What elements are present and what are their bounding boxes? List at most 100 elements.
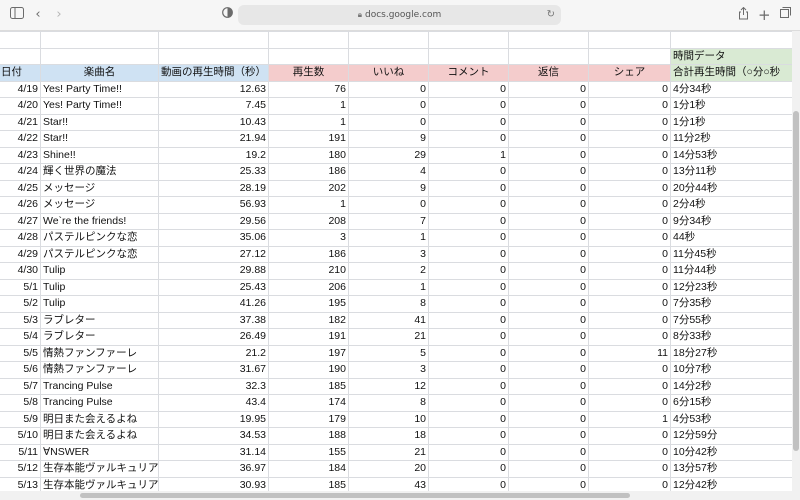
- replies-cell[interactable]: 0: [508, 262, 589, 280]
- plays-cell[interactable]: 195: [268, 295, 349, 313]
- replies-cell[interactable]: 0: [508, 196, 589, 214]
- date-cell[interactable]: 4/23: [0, 146, 41, 164]
- cell[interactable]: [40, 31, 159, 49]
- replies-cell[interactable]: 0: [508, 410, 589, 428]
- plays-cell[interactable]: 210: [268, 262, 349, 280]
- plays-cell[interactable]: 202: [268, 179, 349, 197]
- song-cell[interactable]: Tulip: [40, 262, 159, 280]
- likes-cell[interactable]: 41: [348, 311, 429, 329]
- replies-cell[interactable]: 0: [508, 394, 589, 412]
- total-time-cell[interactable]: 10分7秒: [670, 361, 792, 379]
- duration-cell[interactable]: 34.53: [158, 427, 269, 445]
- date-cell[interactable]: 5/13: [0, 476, 41, 491]
- shares-cell[interactable]: 0: [588, 212, 671, 230]
- date-cell[interactable]: 4/30: [0, 262, 41, 280]
- duration-cell[interactable]: 32.3: [158, 377, 269, 395]
- comments-cell[interactable]: 0: [428, 394, 509, 412]
- duration-cell[interactable]: 29.88: [158, 262, 269, 280]
- header-total-time[interactable]: 合計再生時間（○分○秒: [670, 64, 792, 82]
- cell[interactable]: [268, 31, 349, 49]
- total-time-cell[interactable]: 7分35秒: [670, 295, 792, 313]
- date-cell[interactable]: 4/29: [0, 245, 41, 263]
- likes-cell[interactable]: 21: [348, 328, 429, 346]
- shares-cell[interactable]: 0: [588, 229, 671, 247]
- replies-cell[interactable]: 0: [508, 427, 589, 445]
- song-cell[interactable]: Trancing Pulse: [40, 394, 159, 412]
- cell[interactable]: [588, 31, 671, 49]
- duration-cell[interactable]: 27.12: [158, 245, 269, 263]
- song-cell[interactable]: Star!!: [40, 130, 159, 148]
- date-cell[interactable]: 5/7: [0, 377, 41, 395]
- duration-cell[interactable]: 31.14: [158, 443, 269, 461]
- shares-cell[interactable]: 0: [588, 443, 671, 461]
- date-cell[interactable]: 5/1: [0, 278, 41, 296]
- song-cell[interactable]: ラブレター: [40, 311, 159, 329]
- total-time-cell[interactable]: 13分57秒: [670, 460, 792, 478]
- comments-cell[interactable]: 0: [428, 328, 509, 346]
- header-comments[interactable]: コメント: [428, 64, 509, 82]
- song-cell[interactable]: 情熱ファンファーレ: [40, 344, 159, 362]
- total-time-cell[interactable]: 9分34秒: [670, 212, 792, 230]
- comments-cell[interactable]: 0: [428, 113, 509, 131]
- date-cell[interactable]: 4/28: [0, 229, 41, 247]
- replies-cell[interactable]: 0: [508, 146, 589, 164]
- comments-cell[interactable]: 0: [428, 344, 509, 362]
- cell[interactable]: [508, 47, 589, 65]
- duration-cell[interactable]: 43.4: [158, 394, 269, 412]
- shares-cell[interactable]: 0: [588, 113, 671, 131]
- shares-cell[interactable]: 0: [588, 146, 671, 164]
- comments-cell[interactable]: 0: [428, 361, 509, 379]
- comments-cell[interactable]: 1: [428, 146, 509, 164]
- song-cell[interactable]: 生存本能ヴァルキュリア: [40, 476, 159, 491]
- plus-icon[interactable]: +: [758, 7, 771, 23]
- comments-cell[interactable]: 0: [428, 476, 509, 491]
- likes-cell[interactable]: 0: [348, 113, 429, 131]
- date-cell[interactable]: 5/4: [0, 328, 41, 346]
- song-cell[interactable]: メッセージ: [40, 196, 159, 214]
- comments-cell[interactable]: 0: [428, 427, 509, 445]
- duration-cell[interactable]: 30.93: [158, 476, 269, 491]
- cell[interactable]: [158, 31, 269, 49]
- shares-cell[interactable]: 0: [588, 311, 671, 329]
- duration-cell[interactable]: 25.33: [158, 163, 269, 181]
- vertical-scrollbar[interactable]: [792, 31, 800, 491]
- comments-cell[interactable]: 0: [428, 295, 509, 313]
- likes-cell[interactable]: 9: [348, 130, 429, 148]
- total-time-cell[interactable]: 8分33秒: [670, 328, 792, 346]
- replies-cell[interactable]: 0: [508, 295, 589, 313]
- likes-cell[interactable]: 3: [348, 361, 429, 379]
- header-likes[interactable]: いいね: [348, 64, 429, 82]
- date-cell[interactable]: 5/9: [0, 410, 41, 428]
- comments-cell[interactable]: 0: [428, 278, 509, 296]
- date-cell[interactable]: 4/21: [0, 113, 41, 131]
- shares-cell[interactable]: 1: [588, 410, 671, 428]
- likes-cell[interactable]: 2: [348, 262, 429, 280]
- share-icon[interactable]: [737, 6, 749, 23]
- header-plays[interactable]: 再生数: [268, 64, 349, 82]
- date-cell[interactable]: 5/3: [0, 311, 41, 329]
- replies-cell[interactable]: 0: [508, 460, 589, 478]
- plays-cell[interactable]: 186: [268, 163, 349, 181]
- song-cell[interactable]: Shine!!: [40, 146, 159, 164]
- shares-cell[interactable]: 0: [588, 361, 671, 379]
- likes-cell[interactable]: 5: [348, 344, 429, 362]
- comments-cell[interactable]: 0: [428, 410, 509, 428]
- shares-cell[interactable]: 0: [588, 295, 671, 313]
- song-cell[interactable]: Trancing Pulse: [40, 377, 159, 395]
- song-cell[interactable]: ∀NSWER: [40, 443, 159, 461]
- duration-cell[interactable]: 26.49: [158, 328, 269, 346]
- plays-cell[interactable]: 1: [268, 196, 349, 214]
- plays-cell[interactable]: 155: [268, 443, 349, 461]
- cell[interactable]: [508, 31, 589, 49]
- comments-cell[interactable]: 0: [428, 262, 509, 280]
- duration-cell[interactable]: 37.38: [158, 311, 269, 329]
- date-cell[interactable]: 4/27: [0, 212, 41, 230]
- comments-cell[interactable]: 0: [428, 163, 509, 181]
- shares-cell[interactable]: 0: [588, 377, 671, 395]
- plays-cell[interactable]: 174: [268, 394, 349, 412]
- shares-cell[interactable]: 11: [588, 344, 671, 362]
- likes-cell[interactable]: 0: [348, 97, 429, 115]
- likes-cell[interactable]: 8: [348, 295, 429, 313]
- sidebar-icon[interactable]: [10, 7, 24, 23]
- likes-cell[interactable]: 12: [348, 377, 429, 395]
